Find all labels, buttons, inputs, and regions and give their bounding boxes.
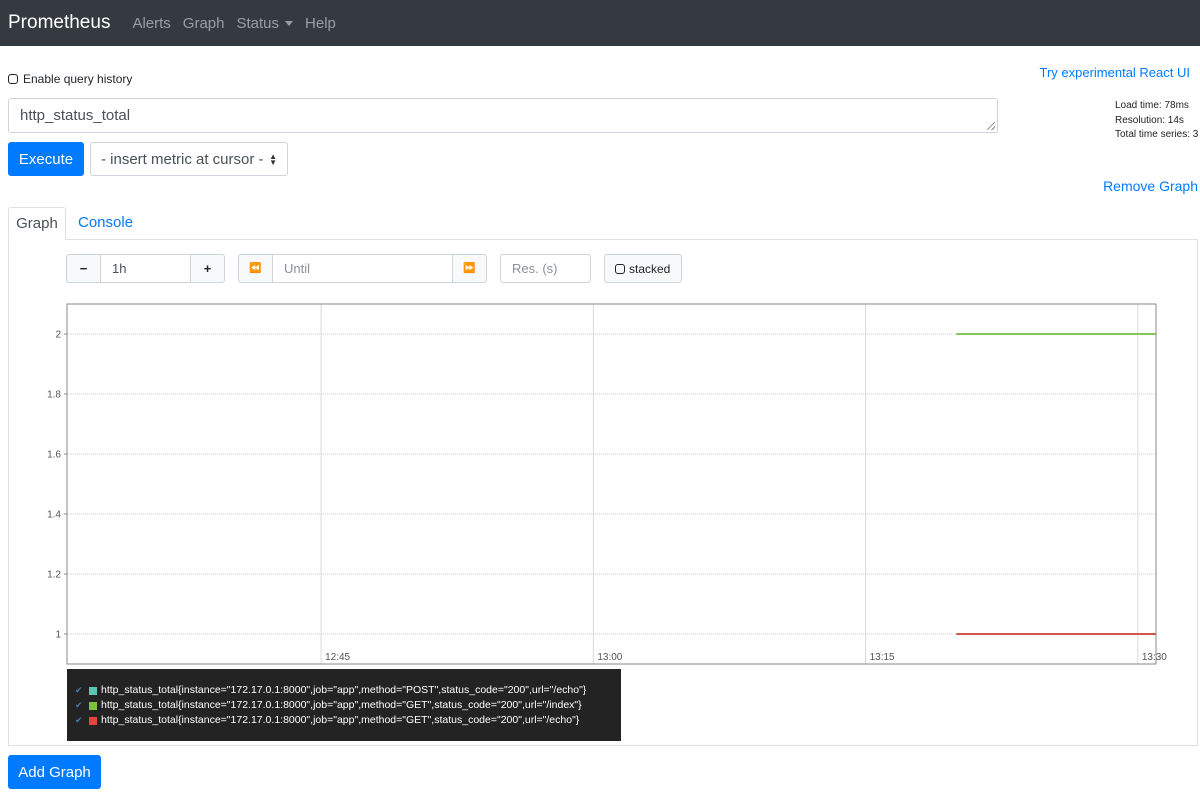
y-tick-label: 1.8: [47, 390, 61, 401]
total-series: Total time series: 3: [1115, 129, 1199, 140]
x-tick-label: 13:15: [870, 652, 895, 663]
until-placeholder: Until: [284, 261, 311, 276]
react-ui-link[interactable]: Try experimental React UI: [1039, 65, 1190, 80]
graph-chart[interactable]: 1 1.2 1.4 1.6 1.8 2 12:45 13:00 13:15 13:30: [0, 295, 1200, 675]
legend-label: http_status_total{instance="172.17.0.1:8…: [101, 714, 580, 726]
time-back-button[interactable]: ⏪: [238, 254, 273, 283]
query-stats: Load time: 78ms Resolution: 14s Total ti…: [1115, 99, 1198, 143]
remove-graph-link[interactable]: Remove Graph: [1103, 178, 1198, 194]
minus-icon: −: [79, 261, 88, 276]
navbar: Prometheus Alerts Graph Status Help: [0, 0, 1200, 46]
expression-input[interactable]: http_status_total: [8, 98, 998, 133]
resolution-input[interactable]: Res. (s): [500, 254, 591, 283]
range-decrease-button[interactable]: −: [66, 254, 101, 283]
stacked-checkbox[interactable]: [615, 263, 625, 274]
x-tick-label: 12:45: [325, 652, 350, 663]
nav-help[interactable]: Help: [305, 15, 336, 32]
legend-item[interactable]: ✔ http_status_total{instance="172.17.0.1…: [75, 698, 621, 713]
legend-swatch: [89, 716, 97, 725]
nav-status[interactable]: Status: [237, 15, 294, 32]
until-input[interactable]: Until: [272, 254, 453, 283]
tab-console[interactable]: Console: [78, 214, 133, 231]
query-history-checkbox[interactable]: [8, 74, 18, 84]
metric-select-value: - insert metric at cursor -: [101, 150, 264, 168]
tab-graph[interactable]: Graph: [8, 207, 66, 240]
execute-button[interactable]: Execute: [8, 142, 84, 176]
legend-item[interactable]: ✔ http_status_total{instance="172.17.0.1…: [75, 713, 621, 728]
nav-graph[interactable]: Graph: [183, 15, 225, 32]
time-forward-button[interactable]: ⏩: [452, 254, 487, 283]
resize-handle-icon[interactable]: [987, 122, 995, 130]
x-tick-label: 13:30: [1142, 652, 1167, 663]
y-tick-label: 2: [55, 330, 61, 341]
y-tick-label: 1.4: [47, 510, 61, 521]
rewind-icon: ⏪: [249, 263, 262, 274]
load-time: Load time: 78ms: [1115, 100, 1189, 111]
resolution-placeholder: Res. (s): [512, 261, 558, 276]
plot-frame: [66, 303, 1157, 665]
stacked-label: stacked: [629, 261, 671, 276]
check-icon: ✔: [75, 700, 83, 710]
nav-status-label: Status: [236, 14, 280, 32]
y-tick-label: 1: [55, 630, 61, 641]
stacked-toggle[interactable]: stacked: [604, 254, 682, 283]
add-graph-button[interactable]: Add Graph: [8, 755, 101, 789]
legend-swatch: [89, 686, 97, 695]
legend-label: http_status_total{instance="172.17.0.1:8…: [101, 699, 582, 711]
fast-forward-icon: ⏩: [463, 263, 476, 274]
range-increase-button[interactable]: +: [190, 254, 225, 283]
x-tick-label: 13:00: [597, 652, 622, 663]
plus-icon: +: [203, 261, 212, 276]
range-input[interactable]: 1h: [100, 254, 191, 283]
select-arrows-icon: ▲ ▼: [269, 152, 277, 167]
chevron-down-icon: [285, 20, 294, 26]
metric-select[interactable]: - insert metric at cursor - ▲ ▼: [90, 142, 288, 176]
brand-link[interactable]: Prometheus: [8, 12, 110, 34]
chart-legend: ✔ http_status_total{instance="172.17.0.1…: [67, 669, 621, 741]
check-icon: ✔: [75, 685, 83, 695]
check-icon: ✔: [75, 715, 83, 725]
resolution: Resolution: 14s: [1115, 114, 1184, 126]
y-tick-label: 1.6: [47, 450, 61, 461]
legend-swatch: [89, 701, 97, 710]
expression-text: http_status_total: [20, 107, 131, 124]
legend-item[interactable]: ✔ http_status_total{instance="172.17.0.1…: [75, 683, 621, 698]
query-history-label: Enable query history: [23, 72, 133, 86]
range-value: 1h: [112, 261, 127, 276]
query-history-toggle[interactable]: Enable query history: [8, 72, 132, 86]
y-tick-label: 1.2: [47, 570, 61, 581]
nav-alerts[interactable]: Alerts: [132, 15, 170, 32]
legend-label: http_status_total{instance="172.17.0.1:8…: [101, 684, 587, 696]
